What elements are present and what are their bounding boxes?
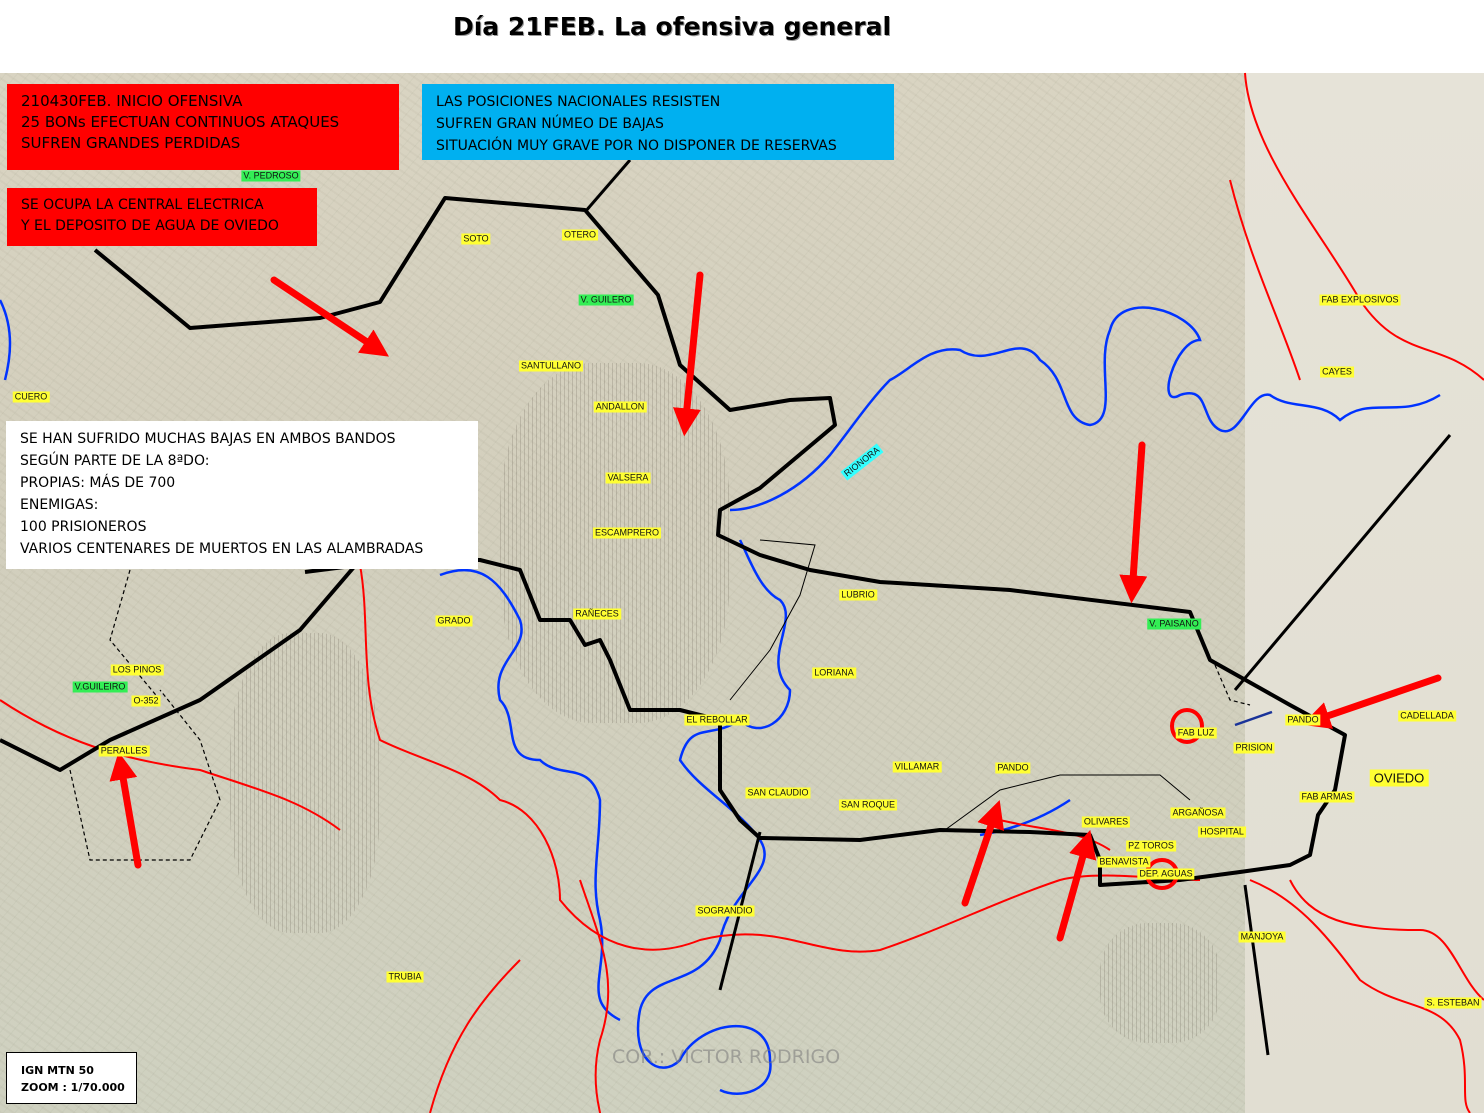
place-label[interactable]: V.GUILEIRO — [72, 681, 128, 693]
place-label[interactable]: V. PEDROSO — [241, 170, 301, 182]
place-label[interactable]: GRADO — [435, 615, 473, 627]
place-label[interactable]: SAN ROQUE — [838, 799, 898, 811]
road-sw — [429, 959, 521, 1113]
blue-front-marker — [1234, 710, 1273, 727]
box-nacionales-line: SITUACIÓN MUY GRAVE POR NO DISPONER DE R… — [436, 138, 837, 154]
place-label[interactable]: ESCAMPRERO — [592, 527, 662, 539]
place-label[interactable]: EL REBOLLAR — [684, 714, 750, 726]
place-label[interactable]: SAN CLAUDIO — [745, 787, 811, 799]
place-label[interactable]: FAB LUZ — [1175, 727, 1217, 739]
road-trubia — [579, 879, 610, 1113]
attack-arrow — [961, 800, 1005, 907]
river-west — [0, 299, 12, 381]
box-bajas-line: 100 PRISIONEROS — [20, 519, 147, 535]
place-label[interactable]: LORIANA — [812, 667, 856, 679]
scale-source: IGN MTN 50 — [21, 1064, 94, 1077]
place-label[interactable]: CAYES — [1320, 366, 1354, 378]
box-nacionales-line: SUFREN GRAN NÚMEO DE BAJAS — [436, 116, 664, 132]
place-label[interactable]: OLIVARES — [1081, 816, 1131, 828]
river-nalon — [636, 539, 792, 1095]
rivers — [0, 299, 1441, 1095]
place-label[interactable]: MANJOYA — [1238, 931, 1286, 943]
attack-arrow — [1119, 441, 1148, 604]
place-label[interactable]: CUERO — [12, 391, 50, 403]
place-label-city[interactable]: OVIEDO — [1369, 769, 1429, 787]
place-label[interactable]: V. PAISANO — [1147, 618, 1201, 630]
box-central: SE OCUPA LA CENTRAL ELECTRICA Y EL DEPOS… — [7, 188, 317, 246]
place-label[interactable]: LUBRIO — [839, 589, 877, 601]
attack-arrow — [1056, 829, 1097, 942]
box-bajas-line: PROPIAS: MÁS DE 700 — [20, 475, 176, 491]
place-label[interactable]: RAÑECES — [573, 608, 621, 620]
box-offensive-line: SUFREN GRANDES PERDIDAS — [21, 134, 241, 152]
box-bajas: SE HAN SUFRIDO MUCHAS BAJAS EN AMBOS BAN… — [6, 421, 478, 569]
box-bajas-line: SE HAN SUFRIDO MUCHAS BAJAS EN AMBOS BAN… — [20, 431, 396, 447]
box-bajas-line: SEGÚN PARTE DE LA 8ªDO: — [20, 453, 210, 469]
attack-arrow — [672, 271, 704, 437]
road-south — [1249, 879, 1471, 1113]
front-line-south — [0, 558, 1102, 861]
place-label[interactable]: PANDO — [995, 762, 1031, 774]
road-oviedo-se — [1289, 879, 1484, 1001]
place-label[interactable]: ARGAÑOSA — [1170, 807, 1226, 819]
place-label[interactable]: PANDO — [1285, 714, 1321, 726]
river-nora — [729, 306, 1441, 512]
scale-box: IGN MTN 50 ZOOM : 1/70.000 — [6, 1052, 137, 1104]
road-oviedo-north — [1229, 179, 1301, 381]
dashed-lines — [69, 569, 1251, 861]
box-offensive-line: 210430FEB. INICIO OFENSIVA — [21, 92, 243, 110]
scale-zoom: ZOOM : 1/70.000 — [21, 1081, 125, 1094]
road-oviedo-east — [1244, 72, 1484, 381]
box-central-line: SE OCUPA LA CENTRAL ELECTRICA — [21, 197, 264, 213]
place-label[interactable]: FAB EXPLOSIVOS — [1319, 294, 1401, 306]
place-label[interactable]: VILLAMAR — [892, 761, 942, 773]
sector-line-s2 — [1243, 884, 1270, 1056]
place-label[interactable]: V. GUILERO — [578, 294, 634, 306]
box-bajas-line: VARIOS CENTENARES DE MUERTOS EN LAS ALAM… — [20, 541, 424, 557]
place-label[interactable]: ANDALLON — [593, 401, 647, 413]
sector-line-north — [583, 159, 632, 213]
place-label[interactable]: LOS PINOS — [110, 664, 164, 676]
box-bajas-line: ENEMIGAS: — [20, 497, 99, 513]
box-offensive: 210430FEB. INICIO OFENSIVA 25 BONs EFECT… — [7, 84, 399, 170]
place-label[interactable]: CADELLADA — [1398, 710, 1456, 722]
place-label[interactable]: FAB ARMAS — [1299, 791, 1355, 803]
attack-arrow — [270, 276, 389, 357]
box-central-line: Y EL DEPOSITO DE AGUA DE OVIEDO — [21, 218, 279, 234]
place-label[interactable]: SANTULLANO — [518, 360, 584, 372]
place-label[interactable]: PERALLES — [98, 745, 150, 757]
sector-boundaries — [729, 539, 1191, 831]
place-label[interactable]: DEP. AGUAS — [1137, 868, 1195, 880]
box-nacionales-line: LAS POSICIONES NACIONALES RESISTEN — [436, 94, 721, 110]
sector-line-ne — [1233, 434, 1452, 691]
place-label[interactable]: SOGRANDIO — [695, 905, 755, 917]
watermark: COR.: VICTOR RODRIGO — [612, 1046, 841, 1068]
place-label[interactable]: BENAVISTA — [1097, 856, 1151, 868]
attack-arrow — [109, 751, 142, 869]
place-label[interactable]: SOTO — [461, 233, 491, 245]
place-label[interactable]: O-352 — [131, 695, 161, 707]
place-label[interactable]: S. ESTEBAN — [1424, 997, 1482, 1009]
place-label[interactable]: OTERO — [561, 229, 599, 241]
river-nalon-west — [439, 568, 621, 1022]
place-label[interactable]: TRUBIA — [386, 971, 424, 983]
place-label[interactable]: PZ TOROS — [1126, 840, 1176, 852]
box-offensive-line: 25 BONs EFECTUAN CONTINUOS ATAQUES — [21, 113, 340, 131]
place-label[interactable]: HOSPITAL — [1198, 826, 1246, 838]
place-label[interactable]: VALSERA — [605, 472, 651, 484]
place-label[interactable]: PRISION — [1233, 742, 1275, 754]
box-nacionales: LAS POSICIONES NACIONALES RESISTEN SUFRE… — [422, 84, 894, 160]
